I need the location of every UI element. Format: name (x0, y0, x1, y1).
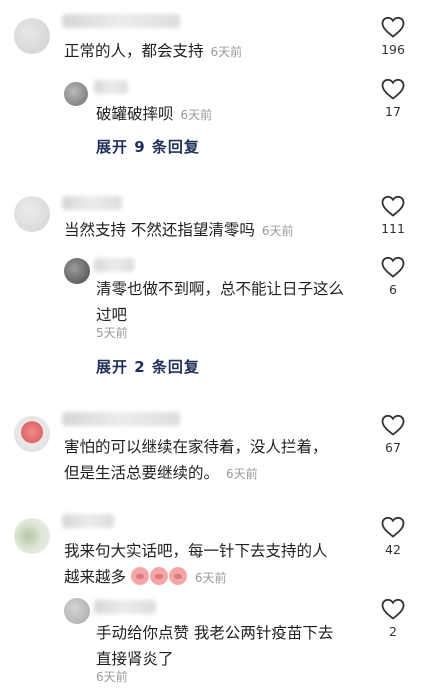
comment-time: 6天前 (194, 571, 227, 585)
username-blurred[interactable] (62, 412, 180, 426)
like-count: 42 (385, 542, 401, 557)
comment-body-line2: 越来越多 (64, 568, 127, 586)
comment-time: 6天前 (210, 45, 243, 59)
reply-text: 破罐破摔呗 6天前 (96, 101, 212, 128)
avatar[interactable] (14, 18, 50, 54)
reply-username-blurred[interactable] (94, 600, 156, 614)
expand-replies-link[interactable]: 展开 2 条回复 (96, 356, 200, 377)
reply-body-line1: 手动给你点赞 我老公两针疫苗下去 (96, 624, 334, 642)
comment-body: 当然支持 不然还指望清零吗 (64, 221, 255, 239)
pig-face-emoji (149, 567, 168, 585)
reply-time: 6天前 (180, 108, 213, 122)
comment-body-line1: 害怕的可以继续在家待着，没人拦着， (64, 438, 328, 456)
avatar[interactable] (14, 518, 50, 554)
like-count: 17 (385, 104, 401, 119)
comment-body-line2-wrap: 但是生活总要继续的。 6天前 (64, 460, 328, 487)
reply-time: 5天前 (96, 326, 128, 340)
comment-body-line2-wrap: 越来越多 6天前 (64, 564, 328, 591)
heart-outline-icon (381, 598, 405, 620)
heart-outline-icon (381, 195, 405, 217)
comment-body-line2: 但是生活总要继续的。 (64, 464, 220, 482)
comment-body-line1: 我来句大实话吧，每一针下去支持的人 (64, 542, 328, 560)
reply-body: 破罐破摔呗 (96, 105, 174, 123)
heart-outline-icon (381, 16, 405, 38)
pig-face-emoji (130, 567, 149, 585)
reply-text: 清零也做不到啊，总不能让日子这么 过吧 (96, 276, 344, 328)
heart-outline-icon (381, 414, 405, 436)
like-button[interactable]: 67 (373, 414, 413, 455)
reply-like-button[interactable]: 2 (373, 598, 413, 639)
reply-body-line2: 直接肾炎了 (96, 650, 174, 668)
reply-body-line1: 清零也做不到啊，总不能让日子这么 (96, 280, 345, 298)
reply-avatar[interactable] (64, 258, 90, 284)
reply-body-line2: 过吧 (96, 306, 128, 324)
heart-outline-icon (381, 256, 405, 278)
username-blurred[interactable] (62, 14, 180, 28)
avatar[interactable] (14, 196, 50, 232)
heart-outline-icon (381, 78, 405, 100)
reply-username-blurred[interactable] (94, 80, 128, 94)
like-count: 196 (381, 42, 405, 57)
reply-text: 手动给你点赞 我老公两针疫苗下去 直接肾炎了 (96, 620, 333, 672)
reply-like-button[interactable]: 6 (373, 256, 413, 297)
comment-body: 正常的人，都会支持 (64, 42, 204, 60)
like-count: 111 (381, 221, 405, 236)
expand-replies-link[interactable]: 展开 9 条回复 (96, 136, 200, 157)
reply-time: 6天前 (96, 670, 128, 684)
comment-text: 当然支持 不然还指望清零吗 6天前 (64, 217, 294, 244)
like-button[interactable]: 196 (373, 16, 413, 57)
comment-time: 6天前 (261, 224, 294, 238)
avatar[interactable] (14, 416, 50, 452)
username-blurred[interactable] (62, 196, 122, 210)
like-button[interactable]: 111 (373, 195, 413, 236)
comment-text: 害怕的可以继续在家待着，没人拦着， 但是生活总要继续的。 6天前 (64, 434, 328, 487)
reply-username-blurred[interactable] (94, 258, 134, 272)
like-button[interactable]: 42 (373, 516, 413, 557)
like-count: 2 (389, 624, 397, 639)
reply-avatar[interactable] (64, 598, 90, 624)
reply-avatar[interactable] (64, 82, 88, 106)
pig-face-emoji (168, 567, 187, 585)
heart-outline-icon (381, 516, 405, 538)
pig-face-emoji-group (130, 567, 193, 586)
like-count: 67 (385, 440, 401, 455)
reply-like-button[interactable]: 17 (373, 78, 413, 119)
like-count: 6 (389, 282, 397, 297)
comment-text: 我来句大实话吧，每一针下去支持的人 越来越多 6天前 (64, 538, 328, 591)
comment-time: 6天前 (225, 467, 258, 481)
username-blurred[interactable] (62, 514, 114, 528)
comment-text: 正常的人，都会支持 6天前 (64, 38, 242, 65)
